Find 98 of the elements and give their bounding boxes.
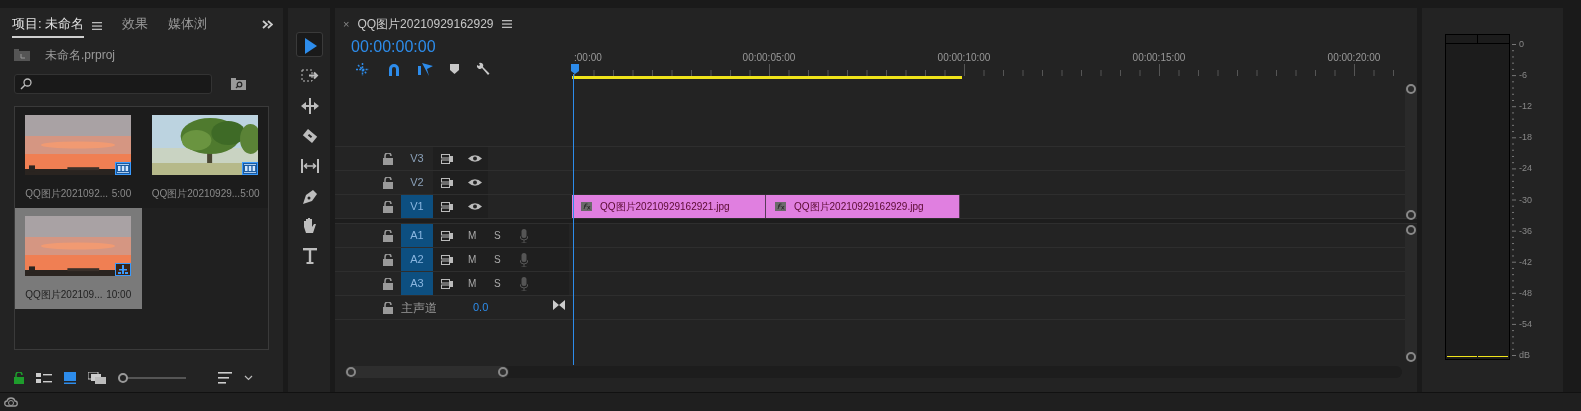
item-name: QQ图片20210929... — [151, 187, 241, 201]
sync-lock-icon[interactable] — [441, 201, 454, 212]
lock-icon[interactable] — [383, 152, 393, 165]
panel-tab[interactable]: 效果 — [122, 13, 149, 38]
lock-icon[interactable] — [383, 253, 393, 266]
mute-toggle[interactable]: M — [468, 252, 480, 267]
vertical-scrollbar[interactable] — [1405, 84, 1417, 220]
eye-icon[interactable] — [468, 202, 482, 211]
item-duration: 5:00 — [111, 187, 132, 201]
meter-scale-label: -6 — [1519, 70, 1527, 81]
ruler-time-label: 00:00:20:00 — [1327, 51, 1381, 65]
solo-toggle[interactable]: S — [494, 276, 506, 291]
selection-tool-button[interactable] — [295, 32, 323, 57]
track-target-toggle[interactable]: A3 — [401, 272, 433, 295]
fx-badge-icon — [581, 202, 592, 211]
mute-toggle[interactable]: M — [468, 228, 480, 243]
snap-magnet-icon[interactable] — [387, 62, 401, 76]
track-target-toggle[interactable]: V1 — [401, 195, 433, 218]
zoom-slider[interactable] — [118, 372, 186, 384]
meter-scale-label: -18 — [1519, 132, 1532, 143]
master-volume-value[interactable]: 0.0 — [473, 299, 489, 316]
vertical-scrollbar[interactable] — [1405, 225, 1417, 362]
meter-scale-label: -54 — [1519, 318, 1532, 329]
sync-lock-icon[interactable] — [441, 153, 454, 164]
playhead-handle-icon[interactable] — [571, 64, 579, 74]
project-file-name: 未命名.prproj — [45, 47, 115, 64]
find-folder-icon[interactable] — [231, 78, 246, 90]
meter-scale-label: -36 — [1519, 225, 1532, 236]
lock-icon[interactable] — [383, 301, 393, 314]
playhead-timecode[interactable]: 00:00:00:00 — [343, 38, 572, 56]
film-badge-icon — [115, 162, 132, 175]
fx-badge-icon — [775, 202, 786, 211]
ruler-time-label: 00:00:05:00 — [742, 51, 796, 65]
menu-icon[interactable] — [92, 22, 103, 30]
item-duration: 5:00 — [240, 187, 260, 201]
media-item[interactable]: QQ图片20210929...5:00 — [141, 107, 268, 208]
sequence-badge-icon — [115, 263, 132, 276]
chevron-down-icon[interactable] — [244, 375, 253, 381]
linked-selection-icon[interactable] — [418, 62, 433, 76]
meter-scale-label: -24 — [1519, 163, 1532, 174]
list-view-icon[interactable] — [36, 372, 52, 384]
lock-icon[interactable] — [383, 277, 393, 290]
sync-lock-icon[interactable] — [441, 278, 454, 289]
item-name: QQ图片2021092... — [25, 187, 109, 201]
meter-scale-label: -48 — [1519, 287, 1532, 298]
film-badge-icon — [241, 162, 258, 175]
clip-name: QQ图片20210929162929.jpg — [794, 200, 924, 214]
horizontal-scrollbar[interactable] — [345, 366, 1402, 378]
overflow-chevrons-icon[interactable] — [262, 20, 273, 29]
solo-toggle[interactable]: S — [494, 252, 506, 267]
lock-open-icon[interactable] — [14, 372, 24, 384]
meter-scale-label: dB — [1519, 350, 1530, 360]
item-name: QQ图片202109... — [25, 288, 103, 302]
mute-toggle[interactable]: M — [468, 276, 480, 291]
sequence-tab-title[interactable]: QQ图片20210929162929 — [357, 15, 494, 33]
track-target-toggle[interactable]: A1 — [401, 224, 433, 247]
close-tab-button[interactable]: × — [343, 15, 350, 33]
meter-scale-label: -12 — [1519, 101, 1532, 112]
sync-lock-icon[interactable] — [441, 230, 454, 241]
lock-icon[interactable] — [383, 229, 393, 242]
track-target-toggle[interactable]: A2 — [401, 248, 433, 271]
lock-icon[interactable] — [383, 200, 393, 213]
ruler-time-label: 00:00:15:00 — [1132, 51, 1186, 65]
master-track-label: 主声道 — [401, 299, 438, 317]
media-item[interactable]: QQ图片202109... 10:00 — [15, 208, 142, 309]
marker-icon[interactable] — [450, 64, 459, 74]
eye-icon[interactable] — [468, 154, 482, 163]
track-target-toggle[interactable]: V2 — [401, 171, 433, 194]
eye-icon[interactable] — [468, 178, 482, 187]
clip-name: QQ图片20210929162921.jpg — [600, 200, 730, 214]
meter-scale-label: -42 — [1519, 256, 1532, 267]
meter-scale-label: 0 — [1519, 39, 1524, 49]
scrollbar-thumb[interactable] — [345, 366, 509, 378]
lock-icon[interactable] — [383, 176, 393, 189]
timeline-clip[interactable]: QQ图片20210929162921.jpg — [572, 194, 766, 219]
freeform-view-icon[interactable] — [88, 372, 106, 384]
wrench-icon[interactable] — [476, 62, 490, 76]
timeline-clip[interactable]: QQ图片20210929162929.jpg — [766, 194, 960, 219]
menu-icon[interactable] — [501, 20, 512, 28]
ruler-time-label: :00:00 — [574, 51, 602, 65]
sync-lock-icon[interactable] — [441, 254, 454, 265]
bowtie-icon[interactable] — [553, 299, 565, 310]
search-icon — [20, 78, 32, 90]
item-duration: 10:00 — [106, 288, 132, 302]
nest-sequence-icon[interactable] — [355, 61, 370, 77]
meter-scale-label: -30 — [1519, 194, 1532, 205]
ruler-time-label: 00:00:10:00 — [937, 51, 991, 65]
track-target-toggle[interactable]: V3 — [401, 147, 433, 170]
folder-up-icon[interactable] — [14, 49, 30, 61]
sort-icon[interactable] — [218, 372, 232, 384]
search-field[interactable] — [14, 74, 212, 94]
sync-lock-icon[interactable] — [441, 177, 454, 188]
panel-tab[interactable]: 项目: 未命名 — [12, 13, 85, 38]
media-item[interactable]: QQ图片2021092... 5:00 — [15, 107, 142, 208]
panel-tab[interactable]: 媒体浏 — [168, 13, 208, 38]
solo-toggle[interactable]: S — [494, 228, 506, 243]
creative-cloud-icon[interactable] — [3, 395, 19, 409]
icon-view-icon[interactable] — [64, 372, 76, 384]
